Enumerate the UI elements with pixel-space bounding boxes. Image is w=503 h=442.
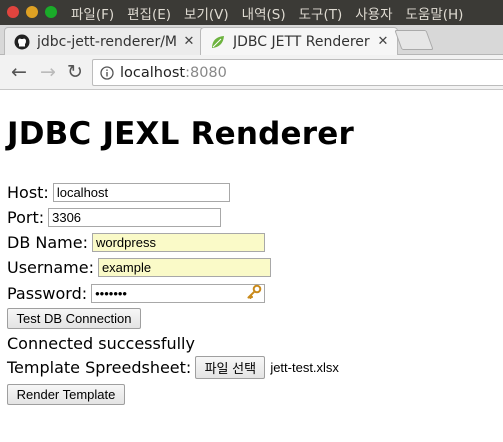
test-db-connection-button[interactable]: Test DB Connection (7, 308, 141, 329)
key-icon[interactable] (246, 284, 262, 304)
address-bar[interactable]: localhost:8080 (92, 59, 503, 86)
close-icon[interactable]: ✕ (181, 34, 197, 49)
password-label: Password: (7, 283, 88, 303)
port-label: Port: (7, 208, 45, 227)
menu-tools[interactable]: 도구(T) (299, 3, 343, 23)
window-maximize-button[interactable] (45, 6, 57, 18)
dbname-label: DB Name: (7, 233, 88, 252)
port-input[interactable] (48, 208, 222, 227)
back-icon[interactable]: ← (8, 61, 30, 83)
page-title: JDBC JEXL Renderer (7, 116, 354, 152)
url-port: :8080 (185, 64, 227, 81)
tab-jdbc-renderer[interactable]: JDBC JETT Renderer ✕ (200, 27, 398, 55)
close-icon[interactable]: ✕ (375, 34, 391, 49)
new-tab-button[interactable] (394, 30, 434, 50)
connection-status: Connected successfully (7, 334, 195, 353)
host-label: Host: (7, 183, 49, 202)
menu-edit[interactable]: 편집(E) (127, 3, 171, 23)
reload-icon[interactable]: ↻ (64, 61, 86, 83)
file-choose-button[interactable]: 파일 선택 (195, 356, 266, 379)
window-close-button[interactable] (7, 6, 19, 18)
test-row: Test DB Connection (7, 308, 141, 329)
dbname-input[interactable] (91, 233, 265, 252)
password-wrapper (91, 283, 266, 304)
username-label: Username: (7, 258, 94, 277)
info-icon[interactable] (100, 65, 114, 80)
template-row: Template Spreedsheet: 파일 선택 jett-test.xl… (7, 356, 339, 379)
render-template-button[interactable]: Render Template (7, 384, 125, 405)
window-minimize-button[interactable] (26, 6, 38, 18)
render-row: Render Template (7, 384, 125, 405)
toolbar: ← → ↻ localhost:8080 (0, 55, 503, 90)
tab-title: JDBC JETT Renderer (233, 33, 370, 50)
menu-user[interactable]: 사용자 (355, 3, 392, 23)
tab-bar: jdbc-jett-renderer/M ✕ JDBC JETT Rendere… (0, 25, 503, 55)
password-row: Password: (7, 283, 266, 304)
status-row: Connected successfully (7, 334, 195, 353)
file-name: jett-test.xlsx (270, 360, 339, 375)
host-input[interactable] (52, 183, 230, 202)
host-row: Host: (7, 183, 230, 202)
username-row: Username: (7, 258, 271, 277)
url-host: localhost (120, 64, 186, 81)
menu-help[interactable]: 도움말(H) (406, 3, 464, 23)
template-label: Template Spreedsheet: (7, 358, 192, 377)
menu-history[interactable]: 내역(S) (242, 3, 286, 23)
port-row: Port: (7, 208, 222, 227)
tab-github[interactable]: jdbc-jett-renderer/M ✕ (4, 27, 204, 55)
username-input[interactable] (97, 258, 271, 277)
forward-icon[interactable]: → (37, 61, 59, 83)
leaf-icon (210, 34, 226, 50)
menu-view[interactable]: 보기(V) (184, 3, 229, 23)
menubar: 파일(F) 편집(E) 보기(V) 내역(S) 도구(T) 사용자 도움말(H) (0, 0, 503, 25)
tab-title: jdbc-jett-renderer/M (37, 33, 177, 50)
github-icon (14, 34, 30, 50)
menu-file[interactable]: 파일(F) (71, 3, 114, 23)
dbname-row: DB Name: (7, 233, 265, 252)
password-input[interactable] (91, 284, 266, 303)
